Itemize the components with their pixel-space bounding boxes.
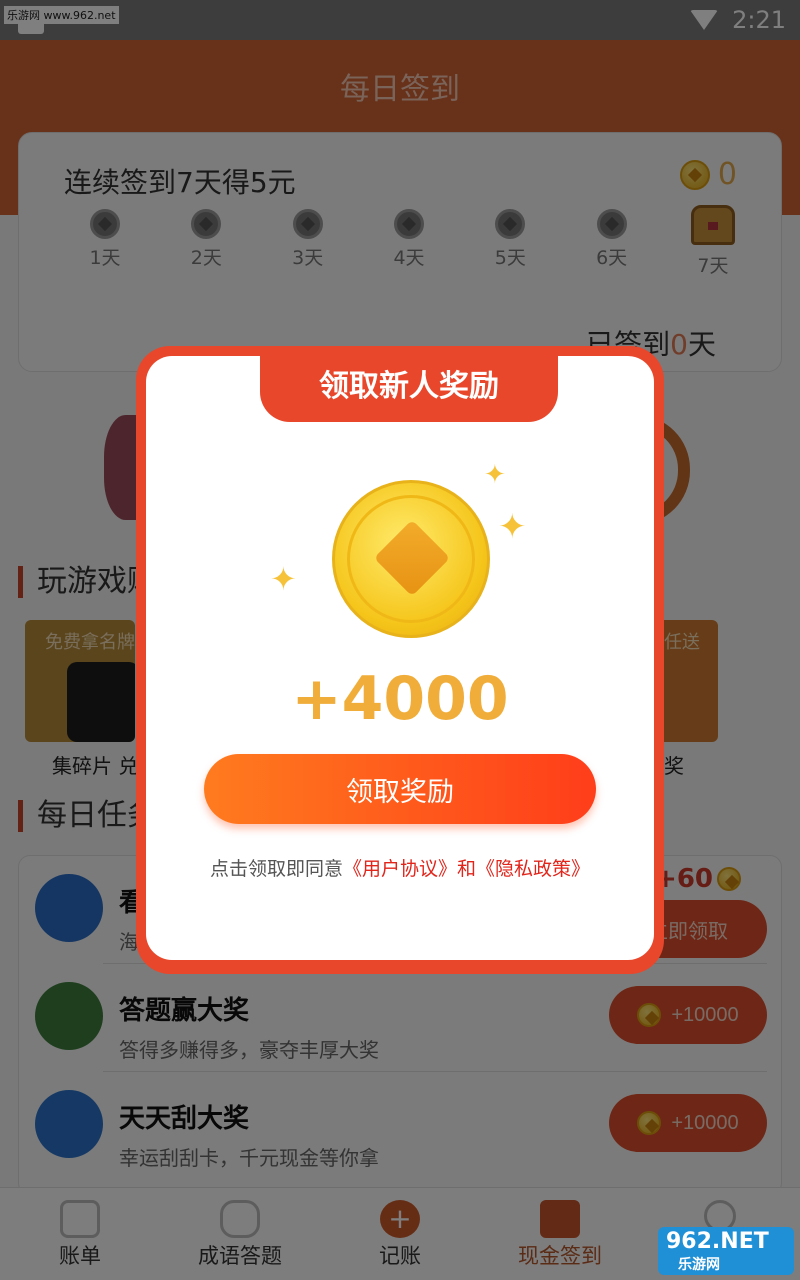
logo-subtext: 乐游网 [678, 1257, 720, 1273]
sparkle-icon: ✦ [484, 460, 506, 490]
sparkle-icon: ✦ [270, 560, 297, 598]
modal-title: 领取新人奖励 [260, 356, 558, 422]
gold-coin-icon [332, 480, 490, 638]
agreement-text: 点击领取即同意《用户协议》和《隐私政策》 [146, 854, 654, 881]
and-text: 和 [457, 858, 477, 880]
user-agreement-link[interactable]: 《用户协议》 [343, 858, 457, 880]
agreement-prefix: 点击领取即同意 [209, 858, 343, 880]
logo-text: 962.NET [666, 1229, 769, 1254]
reward-amount: +4000 [291, 664, 509, 734]
modal-body: 领取新人奖励 ✦ ✦ ✦ +4000 领取奖励 点击领取即同意《用户协议》和《隐… [146, 356, 654, 960]
site-logo: 962.NET 乐游网 [658, 1227, 794, 1275]
privacy-policy-link[interactable]: 《隐私政策》 [476, 858, 590, 880]
sparkle-icon: ✦ [498, 507, 527, 547]
claim-reward-button[interactable]: 领取奖励 [204, 754, 596, 824]
new-user-reward-modal: 领取新人奖励 ✦ ✦ ✦ +4000 领取奖励 点击领取即同意《用户协议》和《隐… [136, 346, 664, 974]
